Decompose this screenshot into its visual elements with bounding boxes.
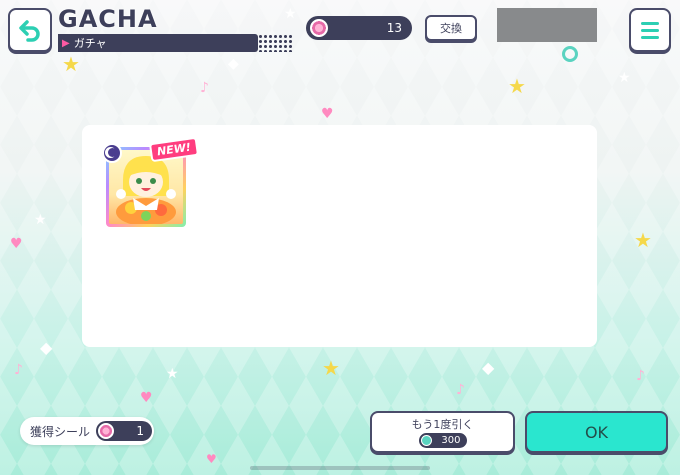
back-arrow-icon — [19, 20, 40, 42]
music-note-icon: ♪ — [200, 80, 209, 96]
gem-icon — [420, 435, 432, 446]
heart-icon: ♥ — [321, 106, 334, 122]
star-badge-icon: ★ — [322, 356, 340, 380]
exchange-button[interactable]: 交換 — [425, 15, 477, 41]
disc-coin-icon — [310, 19, 328, 37]
music-note-icon: ♪ — [456, 382, 465, 398]
diamond-icon: ◆ — [228, 56, 239, 72]
star-badge-icon: ★ — [62, 52, 80, 76]
back-button[interactable] — [8, 8, 52, 52]
hamburger-menu-icon — [641, 21, 659, 25]
star-badge-icon: ★ — [508, 74, 526, 98]
result-card[interactable]: NEW! — [102, 136, 199, 227]
sticker-count-display: 1 — [96, 421, 153, 441]
page-title: GACHA — [58, 5, 158, 33]
menu-button[interactable] — [629, 8, 671, 52]
star-badge-icon: ★ — [634, 228, 652, 252]
page-subtitle: ガチャ — [73, 37, 107, 50]
star-icon: ★ — [166, 366, 179, 382]
draw-again-label: もう1度引く — [411, 418, 474, 431]
moon-icon — [102, 143, 122, 163]
home-indicator — [250, 466, 430, 470]
draw-again-button[interactable]: もう1度引く 300 — [370, 411, 515, 453]
star-icon: ★ — [34, 212, 47, 228]
character-illustration — [116, 156, 176, 224]
diamond-icon: ◆ — [40, 338, 53, 357]
diamond-icon: ◆ — [482, 358, 495, 377]
page-subtitle-bar: ▶ ガチャ — [58, 34, 292, 52]
sticker-count: 1 — [136, 424, 145, 438]
draw-again-cost-value: 300 — [441, 435, 461, 446]
draw-again-cost: 300 — [418, 433, 467, 448]
ok-button[interactable]: OK — [525, 411, 668, 453]
card-art — [109, 150, 183, 224]
gacha-result-panel: NEW! — [82, 125, 597, 347]
currency-value: 13 — [386, 21, 402, 35]
obtained-stickers-label: 獲得シール — [30, 424, 91, 439]
currency-display: 13 — [306, 16, 412, 40]
music-note-icon: ♪ — [636, 368, 645, 384]
heart-icon: ♥ — [140, 390, 153, 406]
play-triangle-icon: ▶ — [62, 37, 70, 49]
new-badge: NEW! — [148, 136, 199, 163]
redacted-area — [497, 8, 597, 42]
disc-coin-icon — [98, 423, 115, 439]
obtained-stickers: 獲得シール 1 — [20, 417, 154, 445]
page-header: GACHA ▶ ガチャ — [58, 5, 292, 52]
music-note-icon: ♪ — [14, 362, 23, 378]
heart-icon: ♥ — [10, 236, 23, 252]
star-icon: ★ — [284, 6, 297, 22]
heart-icon: ♥ — [206, 452, 217, 466]
star-icon: ★ — [618, 70, 631, 86]
ring-icon — [562, 46, 578, 62]
